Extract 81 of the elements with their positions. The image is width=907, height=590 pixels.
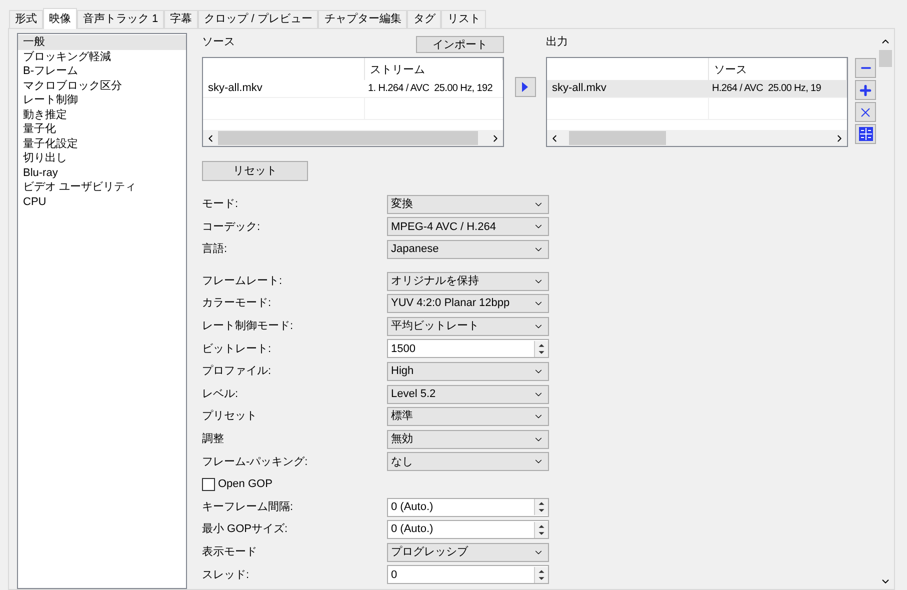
- spin-field[interactable]: 0 (Auto.): [387, 498, 549, 517]
- list-item[interactable]: 切り出し: [18, 151, 186, 166]
- spin-buttons[interactable]: [534, 566, 548, 583]
- field-label: 最小 GOPサイズ:: [202, 522, 289, 538]
- tab[interactable]: タグ: [407, 10, 442, 28]
- field-label: カラーモード:: [202, 296, 272, 312]
- list-item[interactable]: ブロッキング軽減: [18, 50, 186, 64]
- checkbox[interactable]: [202, 478, 215, 491]
- tab[interactable]: クロップ / プレビュー: [198, 10, 318, 28]
- play-icon: [522, 82, 528, 92]
- field-label: モード:: [202, 197, 240, 212]
- add-button[interactable]: [855, 80, 876, 100]
- tab[interactable]: 映像: [43, 8, 77, 29]
- field-label: スレッド:: [202, 568, 250, 583]
- list-item[interactable]: CPU: [18, 194, 186, 209]
- dropdown[interactable]: MPEG-4 AVC / H.264: [387, 217, 549, 236]
- table-cell-text: H.264 / AVC 25.00 Hz, 19: [711, 82, 822, 96]
- list-item[interactable]: レート制御: [18, 93, 186, 108]
- dropdown[interactable]: 変換: [387, 194, 549, 214]
- dropdown[interactable]: プログレッシブ: [387, 542, 549, 562]
- tab[interactable]: リスト: [441, 10, 486, 28]
- field-label: 言語:: [202, 242, 228, 258]
- reset-button[interactable]: リセット: [202, 161, 308, 181]
- section-title: ソース: [202, 35, 235, 50]
- table-cell-text: sky-all.mkv: [207, 81, 264, 96]
- table-cell-text: sky-all.mkv: [551, 81, 608, 96]
- field-label: 調整: [202, 432, 225, 447]
- plus-icon: [858, 82, 873, 98]
- list-item[interactable]: マクロブロック区分: [18, 78, 186, 93]
- tab[interactable]: 形式: [9, 10, 43, 28]
- table-cell-text: 1. H.264 / AVC 25.00 Hz, 192: [367, 82, 493, 96]
- import-button[interactable]: インポート: [416, 36, 504, 53]
- dropdown[interactable]: Level 5.2: [387, 384, 549, 404]
- dropdown[interactable]: High: [387, 362, 549, 381]
- list-item[interactable]: Blu-ray: [18, 166, 186, 180]
- spin-buttons[interactable]: [534, 340, 548, 357]
- list-item[interactable]: 動き推定: [18, 108, 186, 122]
- field-label: コーデック:: [202, 220, 262, 235]
- field-label: 表示モード: [202, 544, 258, 560]
- horizontal-scrollbar[interactable]: [203, 130, 503, 146]
- tab[interactable]: 字幕: [164, 10, 198, 28]
- close-button[interactable]: [855, 102, 876, 122]
- list-item[interactable]: B-フレーム: [18, 64, 186, 78]
- field-label: キーフレーム間隔:: [202, 500, 294, 515]
- field-label: プロファイル:: [202, 364, 272, 380]
- tab[interactable]: チャプター編集: [318, 10, 408, 28]
- list-item[interactable]: 一般: [18, 35, 186, 50]
- table-row[interactable]: sky-all.mkv H.264 / AVC 25.00 Hz, 19: [547, 80, 847, 98]
- properties-button[interactable]: [855, 124, 876, 144]
- add-to-output-button[interactable]: [514, 77, 536, 97]
- field-label: ビットレート:: [202, 342, 272, 357]
- list-item[interactable]: ビデオ ユーザビリティ: [18, 180, 186, 194]
- field-label: フレームレート:: [202, 274, 284, 289]
- field-label: プリセット: [202, 408, 258, 424]
- dropdown[interactable]: 平均ビットレート: [387, 316, 549, 336]
- spin-buttons[interactable]: [534, 499, 548, 516]
- scroll-thumb[interactable]: [569, 131, 666, 145]
- spin-field[interactable]: 1500: [387, 339, 549, 358]
- scroll-thumb[interactable]: [879, 50, 892, 67]
- dropdown[interactable]: Japanese: [387, 240, 549, 259]
- spin-field[interactable]: 0: [387, 565, 549, 584]
- dropdown[interactable]: オリジナルを保持: [387, 272, 549, 291]
- spin-field[interactable]: 0 (Auto.): [387, 520, 549, 540]
- table-row[interactable]: sky-all.mkv 1. H.264 / AVC 25.00 Hz, 192: [203, 80, 503, 98]
- section-title: 出力: [546, 35, 569, 50]
- grid-icon: [858, 127, 872, 141]
- list-item[interactable]: 量子化設定: [18, 136, 186, 151]
- remove-button[interactable]: [855, 58, 876, 78]
- tab[interactable]: 音声トラック 1: [77, 10, 164, 28]
- spin-buttons[interactable]: [534, 522, 548, 538]
- dropdown[interactable]: 標準: [387, 407, 549, 426]
- horizontal-scrollbar[interactable]: [547, 130, 847, 146]
- list-item[interactable]: 量子化: [18, 122, 186, 136]
- scroll-thumb[interactable]: [218, 131, 478, 145]
- field-label: レベル:: [202, 386, 240, 402]
- field-label: フレーム-パッキング:: [202, 454, 309, 470]
- checkbox-label[interactable]: Open GOP: [218, 476, 272, 493]
- field-label: レート制御モード:: [202, 319, 294, 334]
- dropdown[interactable]: YUV 4:2:0 Planar 12bpp: [387, 294, 549, 314]
- dropdown[interactable]: 無効: [387, 430, 549, 449]
- dropdown[interactable]: なし: [387, 452, 549, 472]
